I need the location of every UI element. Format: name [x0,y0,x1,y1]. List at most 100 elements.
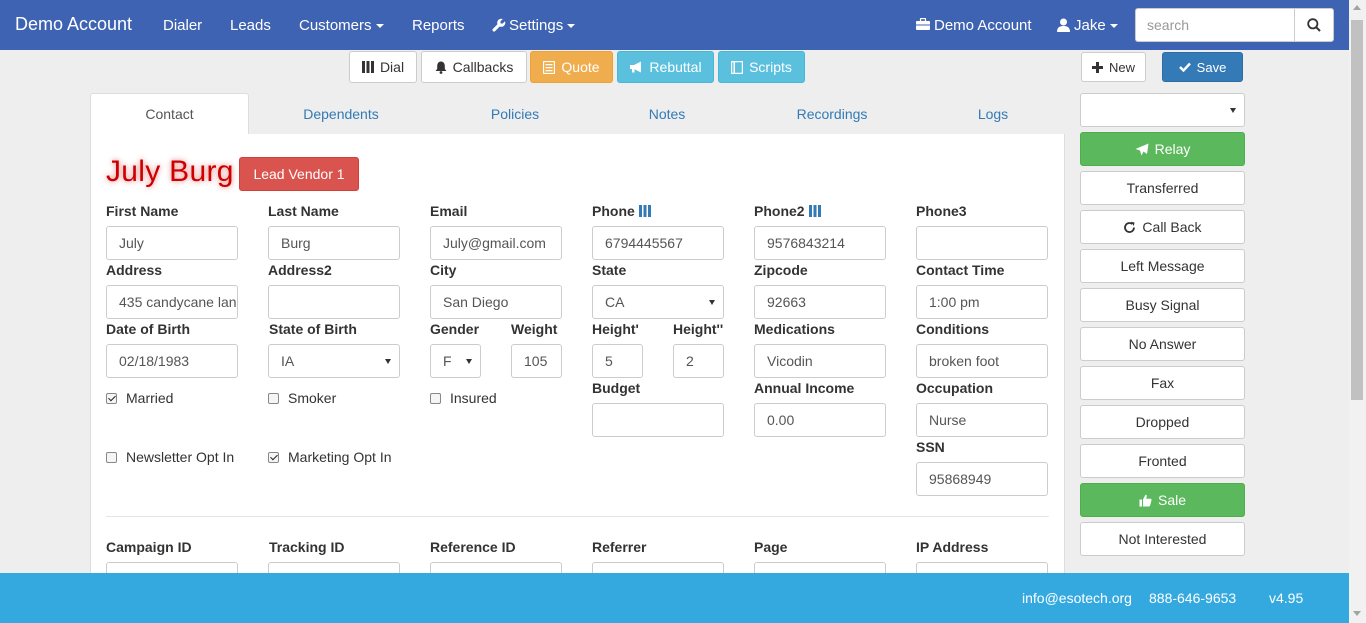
transferred-button[interactable]: Transferred [1080,171,1245,205]
occupation-field[interactable]: Nurse [916,403,1048,437]
new-button[interactable]: New [1081,52,1146,82]
call-back-button[interactable]: Call Back [1080,210,1245,244]
smoker-check[interactable] [268,392,279,404]
annual-income-field[interactable]: 0.00 [754,403,886,437]
tab-policies[interactable]: Policies [450,93,580,135]
scripts-button[interactable]: Scripts [718,51,805,83]
tab-contact[interactable]: Contact [90,93,249,135]
dob-field[interactable]: 02/18/1983 [106,344,238,378]
insured-checkbox[interactable]: Insured [430,390,497,406]
callbacks-label: Callbacks [452,59,514,75]
dialpad-icon[interactable] [808,205,821,217]
budget-field[interactable] [592,403,724,437]
navbar: Demo Account Dialer Leads Customers Repo… [0,0,1349,50]
nav-dialer[interactable]: Dialer [163,17,202,34]
nav-reports[interactable]: Reports [412,17,465,34]
marketing-check[interactable] [268,451,279,463]
tab-dependents[interactable]: Dependents [266,93,416,135]
search-input[interactable] [1135,8,1295,42]
lead-vendor-button[interactable]: Lead Vendor 1 [239,157,359,191]
phone2-label-text: Phone2 [754,203,805,219]
state-of-birth-select[interactable]: IA [268,344,400,378]
page-scrollbar[interactable] [1349,0,1366,623]
first-name-field[interactable]: July [106,226,238,260]
email-field[interactable]: July@gmail.com [430,226,562,260]
book-icon [731,60,744,74]
save-button[interactable]: Save [1162,52,1243,82]
paper-plane-icon [1135,143,1149,155]
address2-field[interactable] [268,285,400,319]
ssn-label: SSN [916,439,945,455]
sale-button[interactable]: Sale [1080,483,1245,517]
last-name-field[interactable]: Burg [268,226,400,260]
no-answer-button[interactable]: No Answer [1080,327,1245,361]
phone3-field[interactable] [916,226,1048,260]
scroll-up-icon[interactable] [1353,5,1361,10]
nav-user[interactable]: Jake [1057,17,1118,34]
state-select[interactable]: CA [592,285,724,319]
footer: info@esotech.org 888-646-9653 v4.95 [0,573,1349,623]
user-icon [1057,18,1070,32]
medications-label: Medications [754,321,835,337]
smoker-checkbox[interactable]: Smoker [268,390,336,406]
nav-customers[interactable]: Customers [299,17,384,34]
marketing-checkbox[interactable]: Marketing Opt In [268,449,392,465]
address-label: Address [106,262,163,278]
chevron-down-icon [466,359,472,364]
brand[interactable]: Demo Account [15,14,132,35]
fronted-button[interactable]: Fronted [1080,444,1245,478]
newsletter-checkbox[interactable]: Newsletter Opt In [106,449,234,465]
dial-button[interactable]: Dial [349,51,417,83]
dialpad-icon[interactable] [638,205,651,217]
thumbs-up-icon [1139,494,1152,506]
city-label: City [430,262,457,278]
tab-notes[interactable]: Notes [617,93,717,135]
zipcode-field[interactable]: 92663 [754,285,886,319]
conditions-field[interactable]: broken foot [916,344,1048,378]
medications-field[interactable]: Vicodin [754,344,886,378]
city-field[interactable]: San Diego [430,285,562,319]
ssn-field[interactable]: 95868949 [916,462,1048,496]
insured-label: Insured [450,390,497,406]
scroll-down-icon[interactable] [1353,611,1361,616]
ip-address-label: IP Address [916,539,989,555]
rebuttal-label: Rebuttal [649,59,702,75]
insured-check[interactable] [430,392,441,404]
height-ft-field[interactable]: 5 [592,344,643,378]
relay-button[interactable]: Relay [1080,132,1245,166]
tab-logs[interactable]: Logs [958,93,1028,135]
nav-leads[interactable]: Leads [230,17,271,34]
nav-account[interactable]: Demo Account [916,17,1032,34]
budget-label: Budget [592,380,641,396]
contact-time-field[interactable]: 1:00 pm [916,285,1048,319]
address-field[interactable]: 435 candycane lane [106,285,238,319]
scroll-thumb[interactable] [1351,20,1363,400]
callbacks-button[interactable]: Callbacks [421,51,527,83]
married-check[interactable] [106,392,117,404]
save-label: Save [1196,59,1227,75]
rebuttal-button[interactable]: Rebuttal [617,51,714,83]
fax-button[interactable]: Fax [1080,366,1245,400]
busy-signal-button[interactable]: Busy Signal [1080,288,1245,322]
left-message-button[interactable]: Left Message [1080,249,1245,283]
not-interested-button[interactable]: Not Interested [1080,522,1245,556]
height-in-field[interactable]: 2 [673,344,724,378]
phone2-field[interactable]: 9576843214 [754,226,886,260]
sale-label: Sale [1157,492,1187,508]
nav-settings[interactable]: Settings [492,17,576,34]
weight-field[interactable]: 105 [511,344,562,378]
phone3-label: Phone3 [916,203,967,219]
married-checkbox[interactable]: Married [106,390,173,406]
search-button[interactable] [1294,8,1334,42]
disposition-select[interactable] [1080,93,1245,127]
page-label: Page [754,539,788,555]
footer-email[interactable]: info@esotech.org [1022,590,1132,606]
gender-select[interactable]: F [430,344,481,378]
contact-time-label: Contact Time [916,262,1005,278]
newsletter-check[interactable] [106,451,117,463]
dropped-button[interactable]: Dropped [1080,405,1245,439]
tab-recordings[interactable]: Recordings [772,93,892,135]
phone-field[interactable]: 6794445567 [592,226,724,260]
quote-button[interactable]: Quote [530,51,613,83]
campaign-id-label: Campaign ID [106,539,192,555]
